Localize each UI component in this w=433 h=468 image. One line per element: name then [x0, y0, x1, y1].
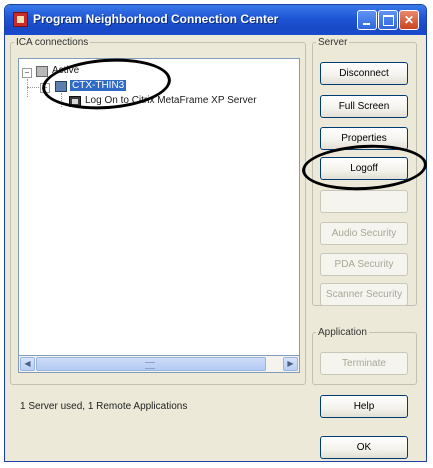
logoff-button[interactable]: Logoff	[320, 157, 408, 180]
pda-security-button[interactable]: PDA Security	[320, 253, 408, 276]
properties-button[interactable]: Properties	[320, 127, 408, 150]
help-button[interactable]: Help	[320, 395, 408, 418]
app-icon	[13, 12, 28, 27]
collapse-icon[interactable]: −	[40, 83, 50, 93]
application-group-label: Application	[318, 327, 367, 338]
disconnect-button[interactable]: Disconnect	[320, 62, 408, 85]
terminate-button[interactable]: Terminate	[320, 352, 408, 375]
window-title: Program Neighborhood Connection Center	[33, 12, 279, 26]
scroll-right-icon[interactable]: ▶	[283, 357, 298, 371]
scanner-security-button[interactable]: Scanner Security	[320, 283, 408, 306]
tree-connector	[27, 79, 28, 97]
audio-security-button[interactable]: Audio Security	[320, 222, 408, 245]
tree-node-label: Active	[52, 65, 80, 76]
ica-connections-label: ICA connections	[16, 37, 89, 48]
status-text: 1 Server used, 1 Remote Applications	[20, 401, 188, 412]
application-icon	[69, 96, 81, 107]
tree-connector	[27, 87, 39, 88]
tree-node-label: CTX-THIN3	[70, 80, 127, 91]
unlabeled-button[interactable]	[320, 190, 408, 213]
title-bar[interactable]: Program Neighborhood Connection Center ✕	[5, 5, 426, 35]
minimize-button[interactable]	[357, 10, 377, 30]
close-button[interactable]: ✕	[399, 10, 419, 30]
connections-tree[interactable]: − Active − CTX-THIN3 Log On to Citrix Me…	[18, 58, 300, 356]
server-group-label: Server	[318, 37, 348, 48]
ok-button[interactable]: OK	[320, 436, 408, 459]
folder-icon	[36, 66, 48, 77]
tree-node-label: Log On to Citrix MetaFrame XP Server	[85, 95, 257, 106]
horizontal-scrollbar[interactable]: ◀ ▶	[18, 356, 300, 373]
full-screen-button[interactable]: Full Screen	[320, 95, 408, 118]
maximize-button[interactable]	[378, 10, 398, 30]
scroll-thumb[interactable]	[36, 357, 266, 371]
scroll-left-icon[interactable]: ◀	[20, 357, 35, 371]
collapse-icon[interactable]: −	[22, 68, 32, 78]
server-icon	[55, 81, 67, 92]
tree-connector	[61, 93, 62, 107]
